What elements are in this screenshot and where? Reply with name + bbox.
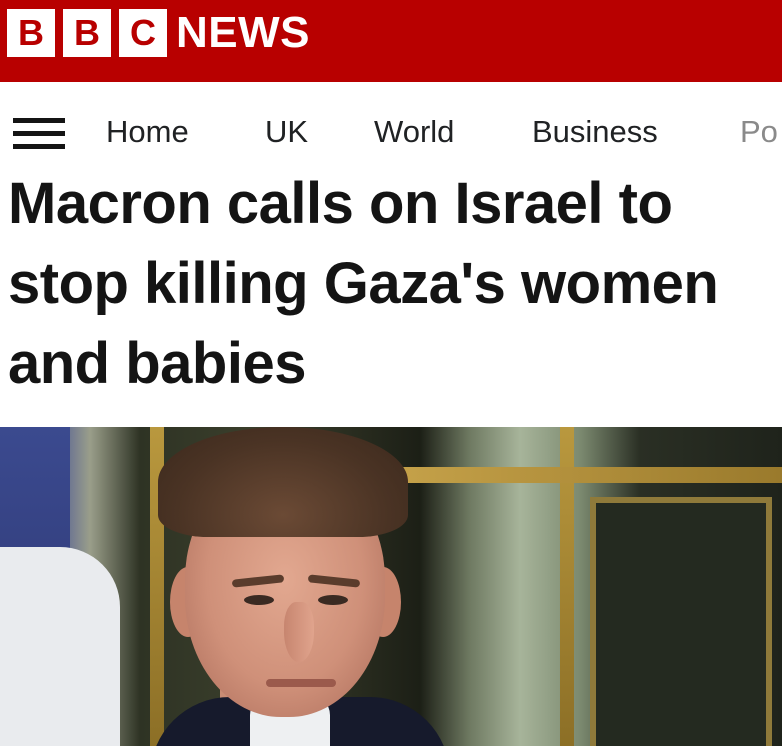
menu-line: [13, 118, 65, 123]
bbc-logo-letter-c: C: [119, 9, 167, 57]
person-hair: [158, 427, 408, 537]
wall-panel: [590, 497, 772, 746]
hamburger-menu-icon[interactable]: [13, 118, 65, 152]
person-eye: [318, 595, 348, 605]
person-mouth: [266, 679, 336, 687]
bbc-logo-letter-b2: B: [63, 9, 111, 57]
nav-item-business[interactable]: Business: [532, 112, 658, 152]
person-eye: [244, 595, 274, 605]
article-photo: [0, 427, 782, 746]
masthead: B B C NEWS: [0, 0, 782, 82]
menu-line: [13, 131, 65, 136]
page: B B C NEWS Home UK World Business Po Mac…: [0, 0, 782, 746]
nav-item-uk[interactable]: UK: [265, 112, 308, 152]
nav-item-truncated[interactable]: Po: [740, 112, 778, 152]
nav-item-world[interactable]: World: [374, 112, 454, 152]
bbc-logo[interactable]: B B C: [7, 9, 167, 57]
nav-item-home[interactable]: Home: [106, 112, 189, 152]
menu-line: [13, 144, 65, 149]
news-wordmark[interactable]: NEWS: [176, 5, 310, 61]
nav-bar: Home UK World Business Po: [0, 82, 782, 166]
flag-white-stripe: [0, 547, 120, 746]
person-nose: [284, 602, 314, 662]
bbc-logo-letter-b1: B: [7, 9, 55, 57]
article-headline: Macron calls on Israel to stop killing G…: [8, 171, 719, 396]
gold-molding: [370, 467, 782, 483]
